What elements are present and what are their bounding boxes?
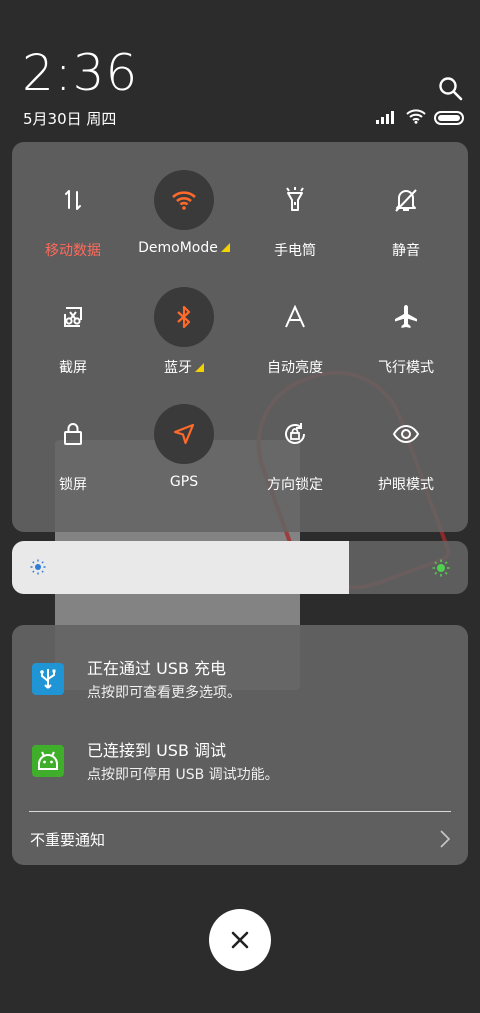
battery-icon	[434, 111, 464, 125]
tile-rotation-lock[interactable]: 方向锁定	[238, 376, 352, 493]
tile-screenshot[interactable]: 截屏	[16, 259, 130, 376]
tile-mobile-data[interactable]: 移动数据	[16, 142, 130, 259]
eye-icon	[376, 404, 436, 464]
divider	[29, 811, 451, 812]
airplane-icon	[376, 287, 436, 347]
tile-lock-screen[interactable]: 锁屏	[16, 376, 130, 493]
expand-indicator-icon	[195, 363, 204, 372]
tile-label: 护眼模式	[378, 477, 434, 493]
tile-label: DemoMode	[138, 240, 218, 256]
tile-label: 蓝牙	[164, 360, 192, 376]
tile-label: 自动亮度	[267, 360, 323, 376]
tile-silent[interactable]: 静音	[349, 142, 463, 259]
android-icon	[32, 745, 64, 777]
signal-icon	[376, 109, 398, 128]
chevron-right-icon[interactable]	[440, 830, 451, 852]
notification-panel: 正在通过 USB 充电 点按即可查看更多选项。 已连接到 USB 调试 点按即可…	[12, 625, 468, 865]
notification-subtitle: 点按即可查看更多选项。	[87, 685, 241, 701]
rotation-lock-icon	[265, 404, 325, 464]
bell-off-icon	[376, 170, 436, 230]
screenshot-icon	[43, 287, 103, 347]
location-icon	[154, 404, 214, 464]
tile-label: 截屏	[59, 360, 87, 376]
notification-usb-debugging[interactable]: 已连接到 USB 调试 点按即可停用 USB 调试功能。	[12, 735, 468, 805]
search-icon[interactable]	[438, 76, 464, 102]
clear-all-button[interactable]	[209, 909, 271, 971]
brightness-fill	[12, 541, 350, 594]
mobile-data-icon	[43, 170, 103, 230]
tile-label: 静音	[392, 243, 420, 259]
expand-indicator-icon	[220, 243, 230, 252]
notification-usb-charging[interactable]: 正在通过 USB 充电 点按即可查看更多选项。	[12, 653, 468, 723]
quick-settings-panel: 移动数据 DemoMode 手电筒 静音 截屏 蓝牙 自动亮度 飞行模式 锁屏 …	[12, 142, 468, 532]
usb-icon	[32, 663, 64, 695]
tile-label: GPS	[169, 474, 199, 490]
tile-label: 锁屏	[59, 477, 87, 493]
status-icons	[376, 108, 464, 128]
bluetooth-icon	[154, 287, 214, 347]
tile-label: 手电筒	[274, 243, 316, 259]
tile-label: 飞行模式	[378, 360, 434, 376]
wifi-icon	[154, 170, 214, 230]
tile-airplane-mode[interactable]: 飞行模式	[349, 259, 463, 376]
date[interactable]: 5月30日 周四	[23, 108, 116, 129]
lock-icon	[43, 404, 103, 464]
tile-label: 移动数据	[45, 243, 101, 259]
flashlight-icon	[265, 170, 325, 230]
tile-eye-protection[interactable]: 护眼模式	[349, 376, 463, 493]
notification-title: 已连接到 USB 调试	[87, 741, 227, 760]
tile-flashlight[interactable]: 手电筒	[238, 142, 352, 259]
unimportant-notifications-link[interactable]: 不重要通知	[30, 829, 105, 850]
tile-bluetooth[interactable]: 蓝牙	[127, 259, 241, 376]
tile-auto-brightness[interactable]: 自动亮度	[238, 259, 352, 376]
wifi-icon	[406, 108, 426, 128]
auto-brightness-icon	[265, 287, 325, 347]
tile-label: 方向锁定	[267, 477, 323, 493]
notification-title: 正在通过 USB 充电	[87, 659, 227, 678]
brightness-low-icon	[30, 559, 46, 579]
notification-subtitle: 点按即可停用 USB 调试功能。	[87, 767, 279, 783]
close-icon	[231, 931, 249, 949]
brightness-high-icon	[432, 559, 450, 581]
tile-demomode[interactable]: DemoMode	[127, 142, 241, 256]
clock[interactable]: 2:36	[22, 44, 138, 102]
brightness-slider[interactable]	[12, 541, 468, 594]
tile-gps[interactable]: GPS	[127, 376, 241, 490]
